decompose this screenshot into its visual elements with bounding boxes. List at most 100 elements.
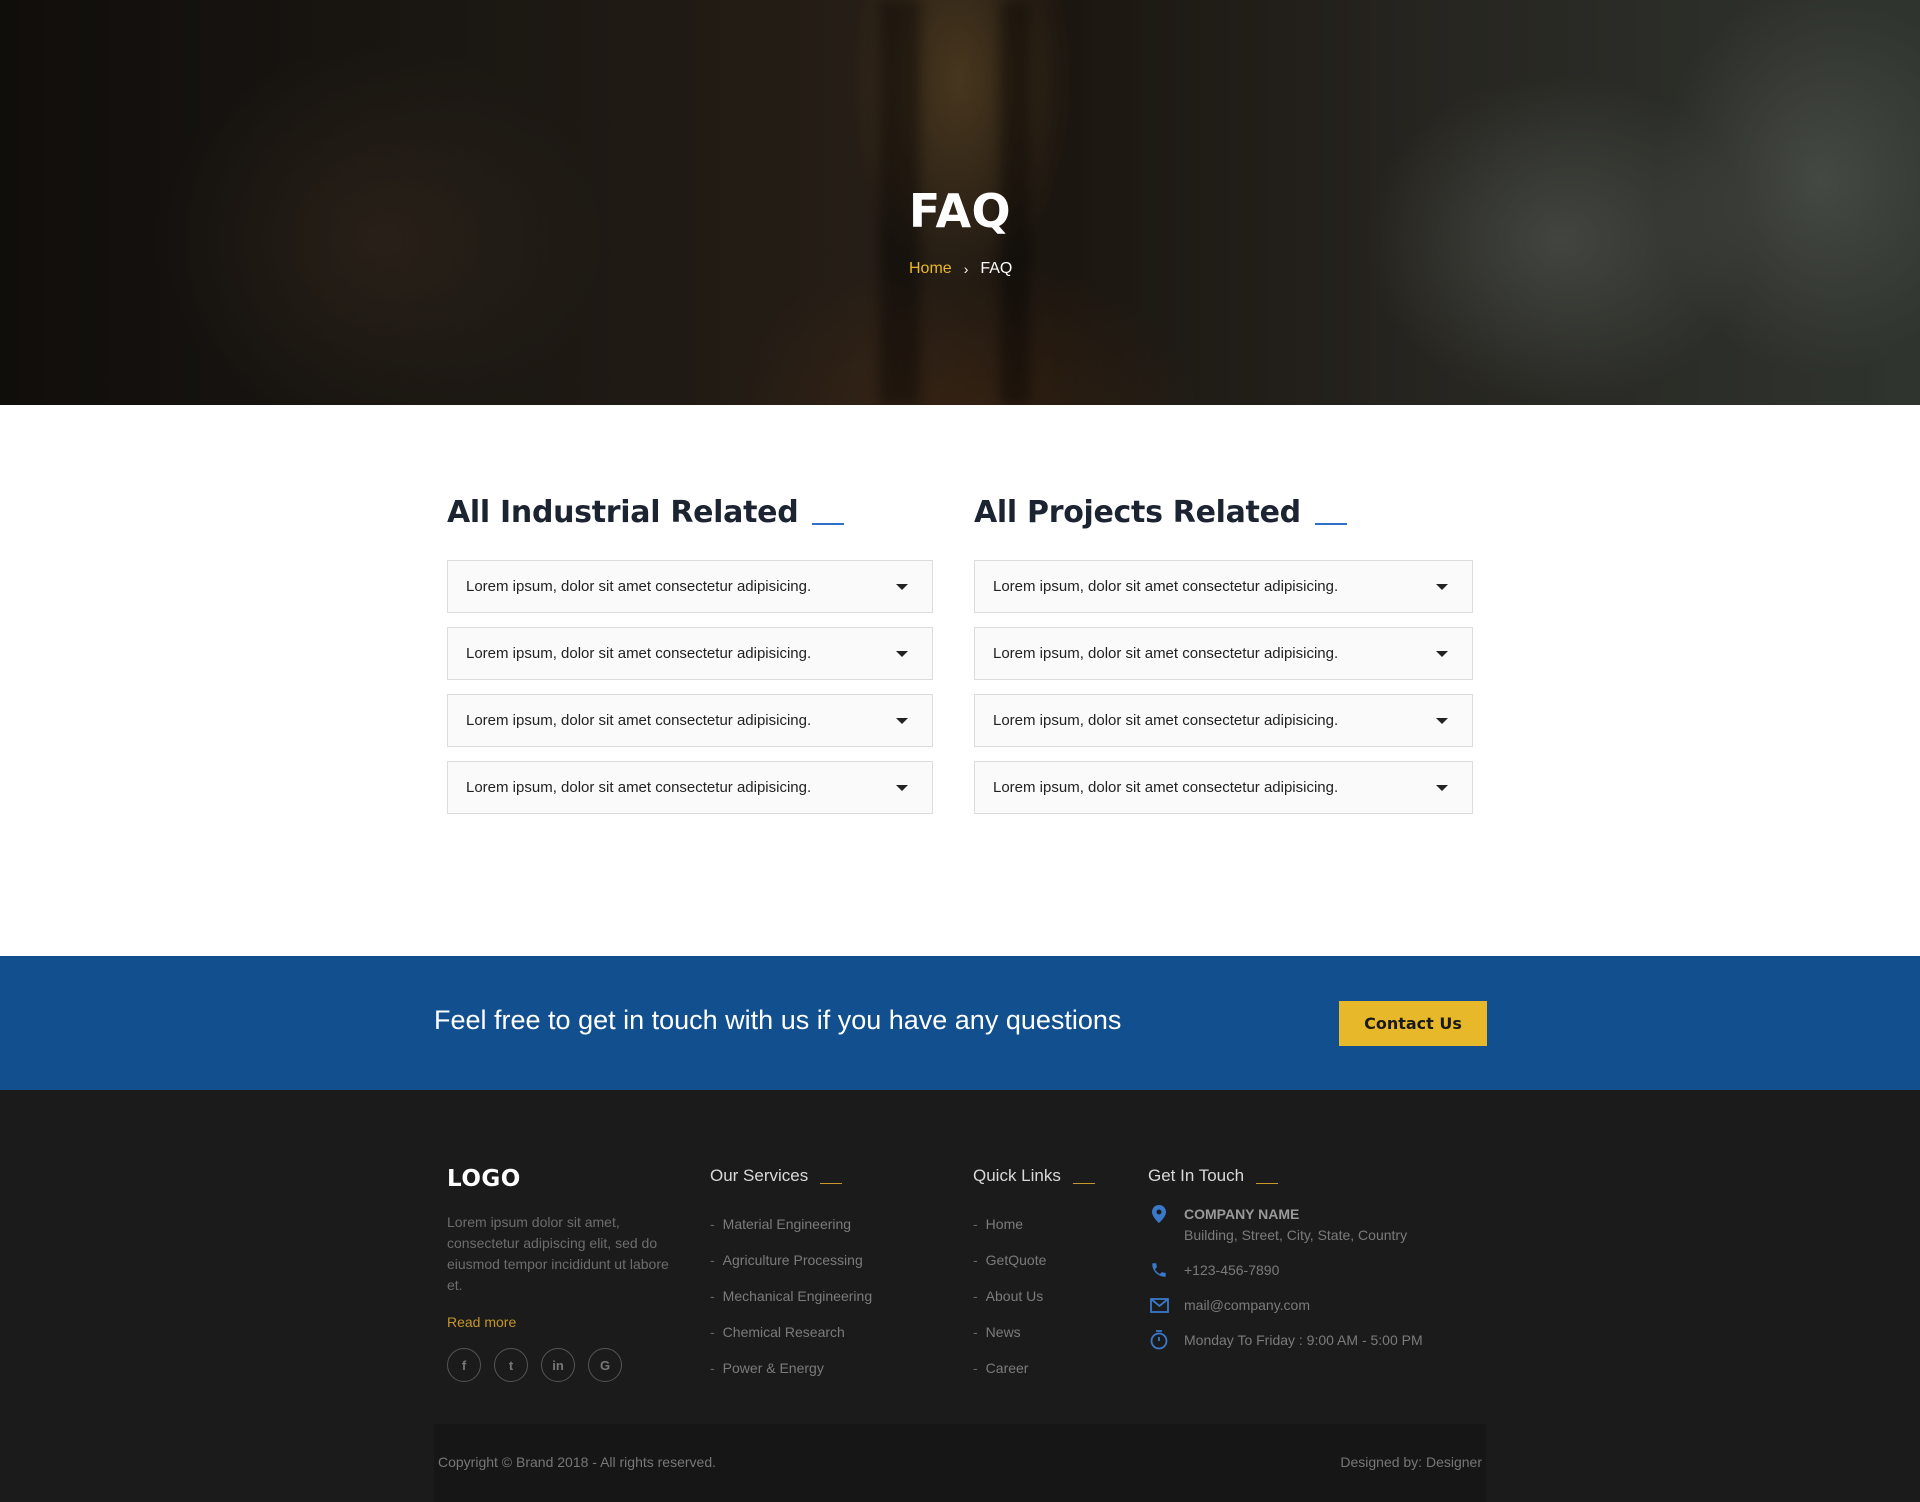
caret-down-icon — [896, 583, 908, 590]
faq-item[interactable]: Lorem ipsum, dolor sit amet consectetur … — [974, 761, 1473, 814]
email-link[interactable]: mail@company.com — [1184, 1295, 1310, 1316]
faq-list: Lorem ipsum, dolor sit amet consectetur … — [447, 560, 933, 814]
phone-icon — [1148, 1260, 1170, 1280]
dash-icon: - — [710, 1324, 715, 1340]
contact-email: mail@company.com — [1148, 1295, 1423, 1316]
contact-cta-banner: Feel free to get in touch with us if you… — [0, 956, 1920, 1090]
footer-link-label: About Us — [985, 1288, 1044, 1304]
breadcrumb: Home › FAQ — [909, 260, 1012, 278]
footer-col-title-text: Quick Links — [973, 1166, 1061, 1185]
faq-question: Lorem ipsum, dolor sit amet consectetur … — [466, 578, 812, 595]
dash-icon: - — [710, 1252, 715, 1268]
stopwatch-icon — [1148, 1330, 1170, 1350]
footer-col-title-text: Our Services — [710, 1166, 809, 1185]
footer-services: Our Services - Material Engineering - Agri… — [710, 1162, 872, 1386]
faq-heading-text: All Projects Related — [974, 494, 1301, 530]
dash-icon: - — [710, 1216, 715, 1232]
footer-logo[interactable]: LOGO — [447, 1166, 521, 1192]
breadcrumb-current: FAQ — [980, 260, 1013, 277]
faq-question: Lorem ipsum, dolor sit amet consectetur … — [993, 578, 1339, 595]
footer-link[interactable]: - Mechanical Engineering — [710, 1278, 872, 1314]
faq-item[interactable]: Lorem ipsum, dolor sit amet consectetur … — [447, 560, 933, 613]
faq-heading-text: All Industrial Related — [447, 494, 799, 530]
company-address: Building, Street, City, State, Country — [1184, 1227, 1408, 1243]
footer-link[interactable]: - Power & Energy — [710, 1350, 872, 1386]
title-underline — [1256, 1182, 1279, 1184]
copyright-bar: Copyright © Brand 2018 - All rights rese… — [434, 1424, 1486, 1502]
contact-hours: Monday To Friday : 9:00 AM - 5:00 PM — [1148, 1330, 1423, 1351]
linkedin-icon[interactable]: in — [541, 1348, 575, 1382]
page-hero: FAQ Home › FAQ — [0, 0, 1920, 405]
caret-down-icon — [1436, 650, 1448, 657]
dash-icon: - — [710, 1360, 715, 1376]
footer-link[interactable]: - Agriculture Processing — [710, 1242, 872, 1278]
designed-by-text: Designed by: Designer — [1340, 1454, 1482, 1470]
faq-column-industrial: All Industrial Related Lorem ipsum, dolo… — [447, 488, 933, 828]
mail-icon — [1148, 1295, 1170, 1315]
caret-down-icon — [896, 717, 908, 724]
chevron-right-icon: › — [963, 261, 969, 277]
twitter-icon[interactable]: t — [494, 1348, 528, 1382]
company-name: COMPANY NAME — [1184, 1206, 1300, 1222]
dash-icon: - — [973, 1324, 978, 1340]
footer-col-title: Quick Links — [973, 1162, 1095, 1190]
footer-about-text: Lorem ipsum dolor sit amet, consectetur … — [447, 1214, 669, 1293]
footer-link-label: Agriculture Processing — [722, 1252, 863, 1268]
faq-question: Lorem ipsum, dolor sit amet consectetur … — [466, 779, 812, 796]
footer-link-label: Mechanical Engineering — [722, 1288, 873, 1304]
faq-item[interactable]: Lorem ipsum, dolor sit amet consectetur … — [974, 694, 1473, 747]
caret-down-icon — [1436, 784, 1448, 791]
dash-icon: - — [710, 1288, 715, 1304]
caret-down-icon — [896, 784, 908, 791]
google-icon[interactable]: G — [588, 1348, 622, 1382]
footer-col-title-text: Get In Touch — [1148, 1166, 1245, 1185]
facebook-icon[interactable]: f — [447, 1348, 481, 1382]
footer-link-label: Home — [985, 1216, 1024, 1232]
site-footer: LOGO Lorem ipsum dolor sit amet, consect… — [0, 1090, 1920, 1502]
footer-link[interactable]: - GetQuote — [973, 1242, 1095, 1278]
faq-list: Lorem ipsum, dolor sit amet consectetur … — [974, 560, 1473, 814]
footer-col-title: Get In Touch — [1148, 1162, 1423, 1190]
caret-down-icon — [1436, 583, 1448, 590]
cta-text: Feel free to get in touch with us if you… — [434, 1005, 1122, 1035]
faq-item[interactable]: Lorem ipsum, dolor sit amet consectetur … — [447, 694, 933, 747]
footer-link[interactable]: - Chemical Research — [710, 1314, 872, 1350]
faq-question: Lorem ipsum, dolor sit amet consectetur … — [993, 645, 1339, 662]
faq-item[interactable]: Lorem ipsum, dolor sit amet consectetur … — [974, 560, 1473, 613]
heading-underline — [1314, 523, 1347, 525]
contact-us-button[interactable]: Contact Us — [1339, 1001, 1487, 1046]
footer-link[interactable]: - News — [973, 1314, 1095, 1350]
footer-link-label: Career — [985, 1360, 1029, 1376]
faq-heading: All Industrial Related — [447, 488, 933, 536]
title-underline — [820, 1182, 843, 1184]
read-more-link[interactable]: Read more — [447, 1314, 516, 1330]
faq-item[interactable]: Lorem ipsum, dolor sit amet consectetur … — [447, 627, 933, 680]
footer-link[interactable]: - About Us — [973, 1278, 1095, 1314]
footer-link-label: GetQuote — [985, 1252, 1047, 1268]
faq-item[interactable]: Lorem ipsum, dolor sit amet consectetur … — [974, 627, 1473, 680]
copyright-text: Copyright © Brand 2018 - All rights rese… — [438, 1454, 717, 1470]
breadcrumb-home-link[interactable]: Home — [909, 260, 952, 278]
services-list: - Material Engineering - Agriculture Proce… — [710, 1206, 872, 1386]
footer-link-label: Chemical Research — [722, 1324, 845, 1340]
dash-icon: - — [973, 1288, 978, 1304]
footer-link[interactable]: - Career — [973, 1350, 1095, 1386]
faq-question: Lorem ipsum, dolor sit amet consectetur … — [466, 712, 812, 729]
business-hours: Monday To Friday : 9:00 AM - 5:00 PM — [1184, 1332, 1423, 1348]
faq-item[interactable]: Lorem ipsum, dolor sit amet consectetur … — [447, 761, 933, 814]
map-pin-icon — [1148, 1204, 1170, 1224]
faq-column-projects: All Projects Related Lorem ipsum, dolor … — [974, 488, 1473, 828]
footer-link[interactable]: - Home — [973, 1206, 1095, 1242]
footer-link[interactable]: - Material Engineering — [710, 1206, 872, 1242]
footer-link-label: News — [985, 1324, 1021, 1340]
footer-link-label: Material Engineering — [722, 1216, 852, 1232]
page-title: FAQ — [908, 184, 1012, 238]
contact-address: COMPANY NAME Building, Street, City, Sta… — [1148, 1204, 1423, 1246]
social-links: f t in G — [447, 1348, 622, 1382]
title-underline — [1072, 1182, 1095, 1184]
dash-icon: - — [973, 1252, 978, 1268]
faq-heading: All Projects Related — [974, 488, 1473, 536]
caret-down-icon — [1436, 717, 1448, 724]
phone-link[interactable]: +123-456-7890 — [1184, 1260, 1279, 1281]
faq-question: Lorem ipsum, dolor sit amet consectetur … — [466, 645, 812, 662]
